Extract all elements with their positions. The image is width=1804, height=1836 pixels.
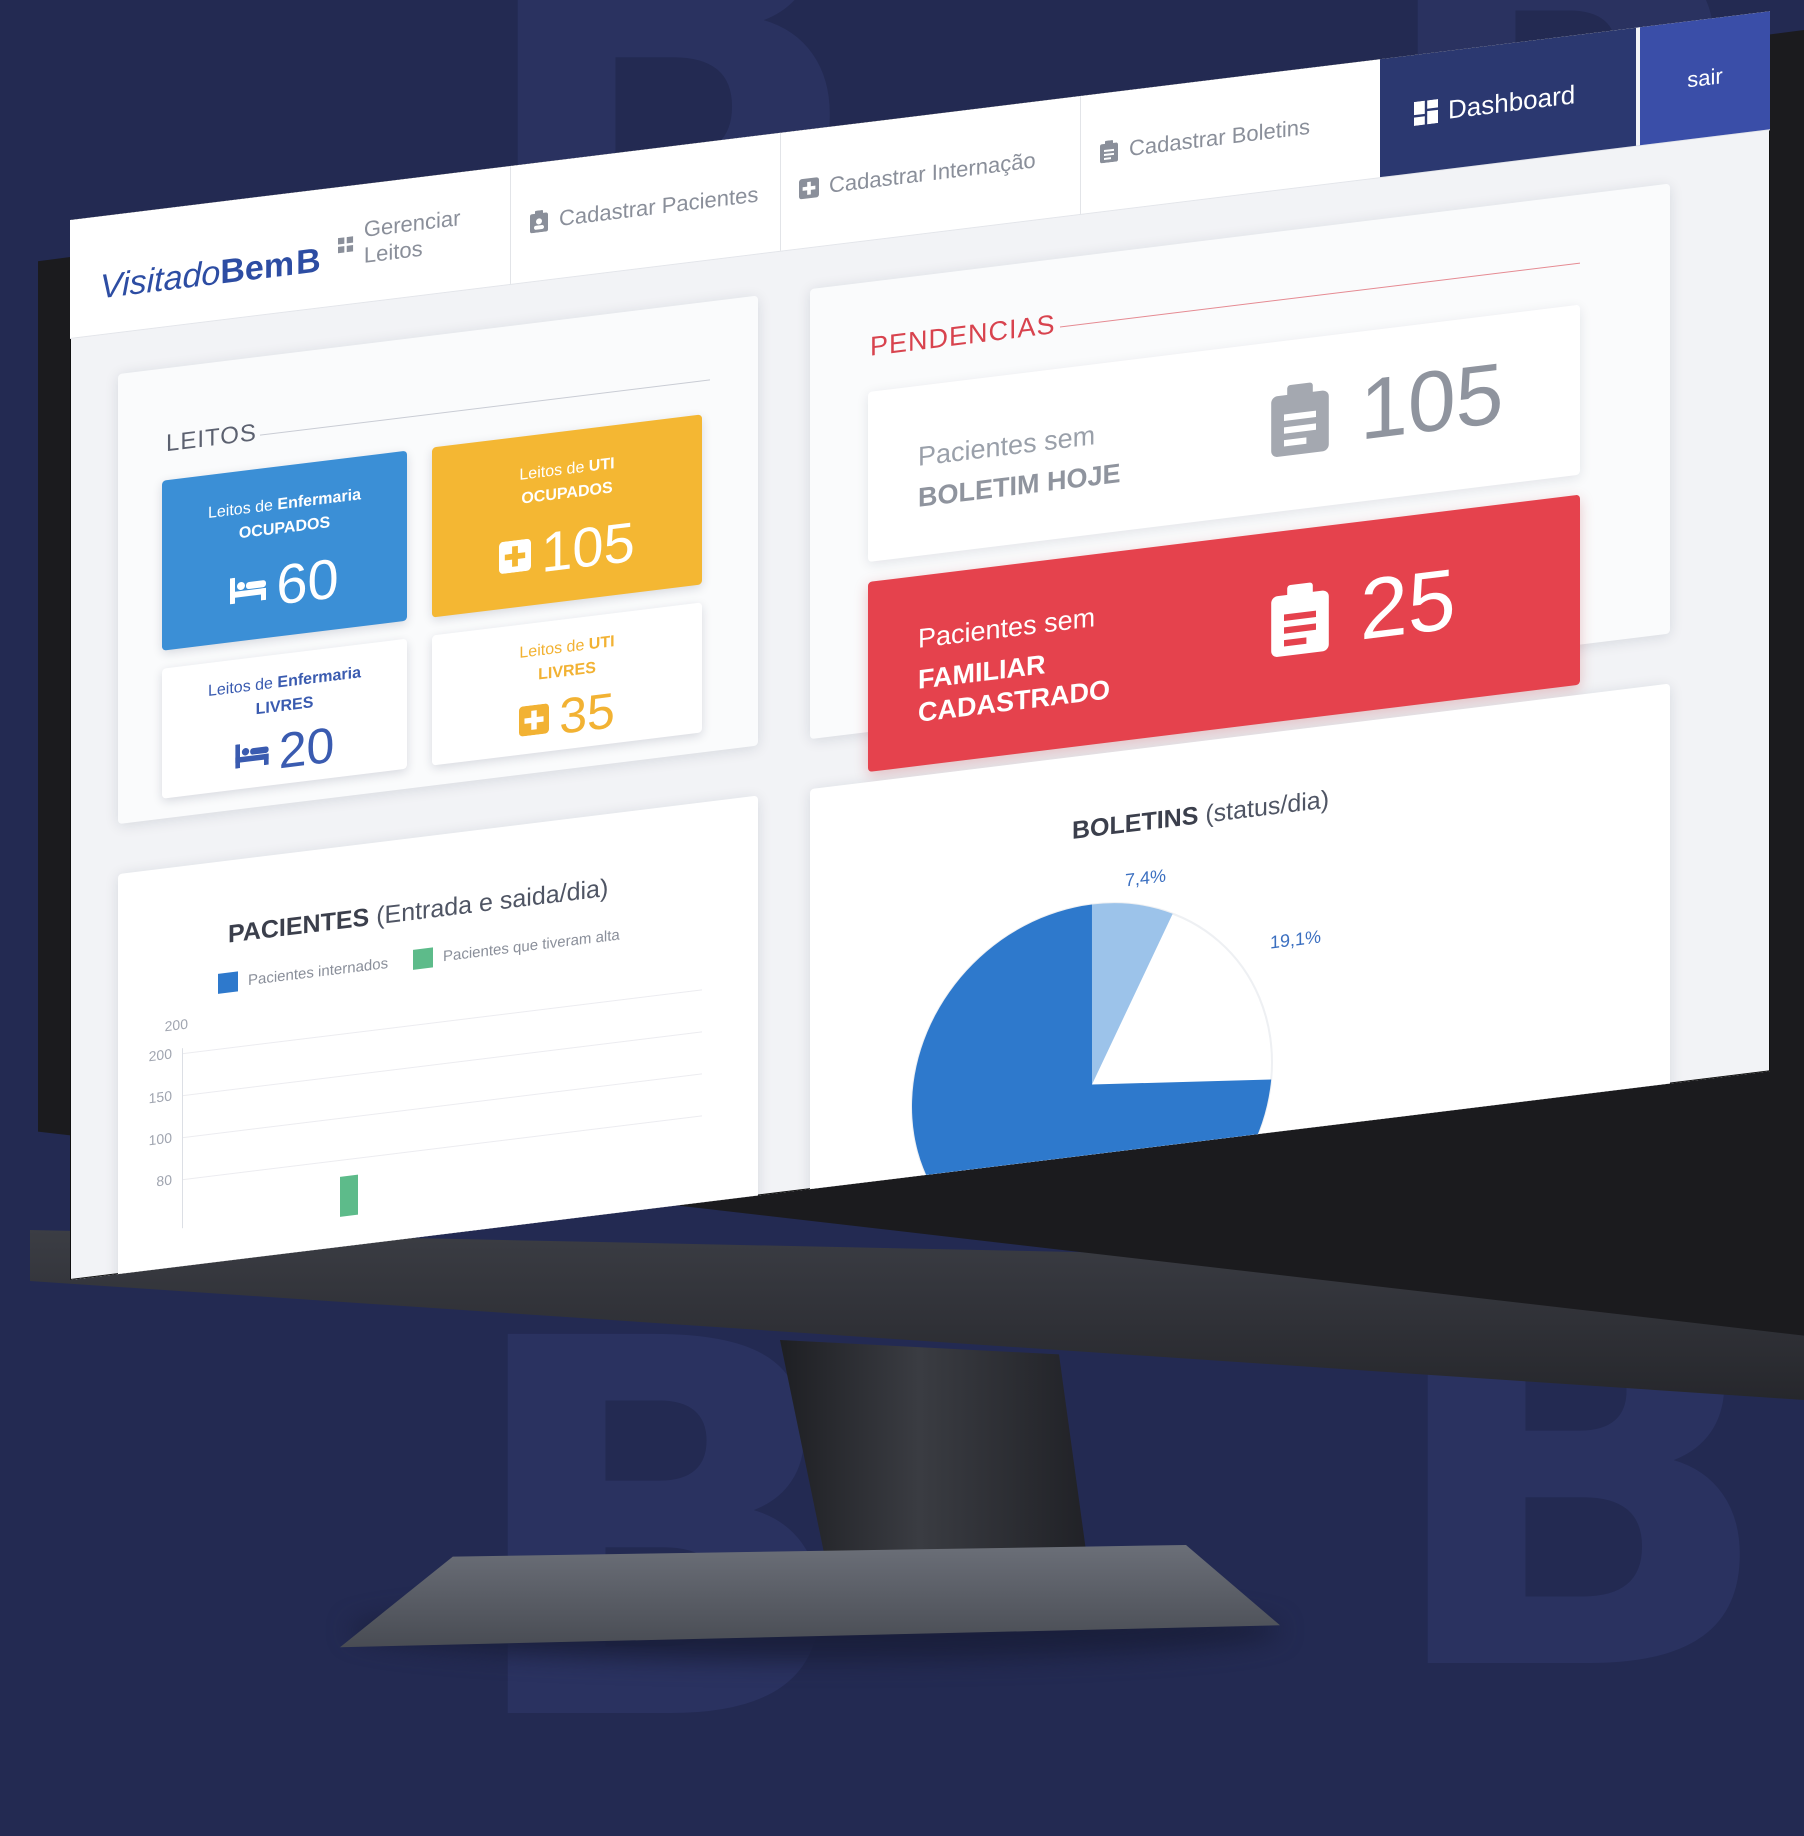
monitor-stand-base	[340, 1545, 1280, 1648]
screen: VisitadoBemB Gerenciar Leitos Cadastrar …	[70, 11, 1770, 1281]
nav-gerenciar-leitos[interactable]: Gerenciar Leitos	[320, 166, 510, 307]
gridline	[182, 1073, 702, 1139]
card-value: 25	[1360, 550, 1456, 659]
grid-icon	[338, 236, 354, 254]
chart-bar-alta	[340, 1174, 358, 1217]
nav-label: Gerenciar Leitos	[363, 205, 461, 268]
clipboard-user-icon	[530, 210, 548, 234]
tile-uti-ocupados[interactable]: Leitos de UTI OCUPADOS 105	[432, 414, 702, 618]
legend-alta[interactable]: Pacientes que tiveram alta	[413, 924, 620, 970]
tile-enfermaria-ocupados[interactable]: Leitos de Enfermaria OCUPADOS 60	[162, 450, 407, 651]
nav-label: Cadastrar Boletins	[1129, 113, 1310, 161]
logo-text-light: Visitado	[100, 253, 221, 307]
medical-cross-icon	[519, 703, 550, 737]
boletins-chart-title: BOLETINS (status/dia)	[1072, 785, 1330, 845]
y-tick-label: 200	[148, 1045, 172, 1065]
logout-label: sair	[1687, 63, 1723, 93]
clipboard-list-icon	[1100, 140, 1118, 164]
bed-icon	[230, 577, 267, 604]
card-value-row: 105	[1268, 344, 1504, 472]
card-bold-label: FAMILIAR CADASTRADO	[918, 640, 1110, 730]
nav-label: Cadastrar Pacientes	[559, 181, 759, 231]
legend-label: Pacientes que tiveram alta	[443, 925, 620, 965]
legend-swatch	[413, 947, 433, 970]
card-value-row: 25	[1268, 550, 1456, 672]
nav-cadastrar-boletins[interactable]: Cadastrar Boletins	[1080, 59, 1380, 214]
bed-icon	[235, 744, 269, 769]
pendencias-panel: PENDENCIAS Pacientes sem BOLETIM HOJE 10…	[810, 183, 1670, 773]
legend-label: Pacientes internados	[248, 954, 389, 989]
logo-mark: B	[296, 241, 321, 283]
y-tick-label: 200	[164, 1015, 188, 1035]
pendencias-title: PENDENCIAS	[870, 308, 1056, 362]
clipboard-list-icon	[1271, 382, 1329, 457]
card-value: 105	[1360, 344, 1504, 459]
nav-dashboard[interactable]: Dashboard	[1380, 27, 1636, 178]
clipboard-list-icon	[1271, 582, 1329, 657]
logo-text-bold: Bem	[220, 244, 295, 292]
medical-cross-icon	[499, 538, 532, 574]
nav-label: Cadastrar Internação	[829, 147, 1036, 198]
y-tick-label: 100	[148, 1129, 172, 1149]
gridline	[182, 989, 702, 1055]
tile-value: 105	[541, 509, 635, 585]
tile-value: 20	[278, 716, 335, 780]
tile-value-row: 60	[162, 537, 407, 632]
tile-uti-livres[interactable]: Leitos de UTI LIVRES 35	[432, 602, 702, 766]
tile-value: 60	[276, 546, 339, 617]
leitos-title: LEITOS	[166, 419, 257, 458]
monitor-stand-neck	[780, 1340, 1090, 1580]
tile-enfermaria-livres[interactable]: Leitos de Enfermaria LIVRES 20	[162, 638, 407, 799]
nav-cadastrar-pacientes[interactable]: Cadastrar Pacientes	[510, 132, 780, 284]
y-axis	[182, 1048, 183, 1229]
tile-value-row: 105	[432, 500, 702, 598]
app-logo[interactable]: VisitadoBemB	[100, 241, 321, 307]
nav-label: Dashboard	[1448, 78, 1576, 125]
legend-internados[interactable]: Pacientes internados	[218, 953, 388, 994]
y-tick-label: 80	[156, 1171, 172, 1190]
gridline	[182, 1115, 702, 1181]
tile-value: 35	[559, 682, 615, 745]
legend-swatch	[218, 971, 238, 994]
leitos-panel: LEITOS Leitos de Enfermaria OCUPADOS 60 …	[118, 295, 758, 825]
pacientes-chart-panel: PACIENTES (Entrada e saida/dia) Paciente…	[118, 795, 758, 1281]
gridline	[182, 1031, 702, 1097]
nav-cadastrar-internacao[interactable]: Cadastrar Internação	[780, 95, 1080, 251]
dashboard-icon	[1414, 99, 1438, 126]
y-tick-label: 150	[148, 1087, 172, 1107]
logout-button[interactable]: sair	[1636, 11, 1770, 146]
plus-square-icon	[799, 177, 819, 200]
